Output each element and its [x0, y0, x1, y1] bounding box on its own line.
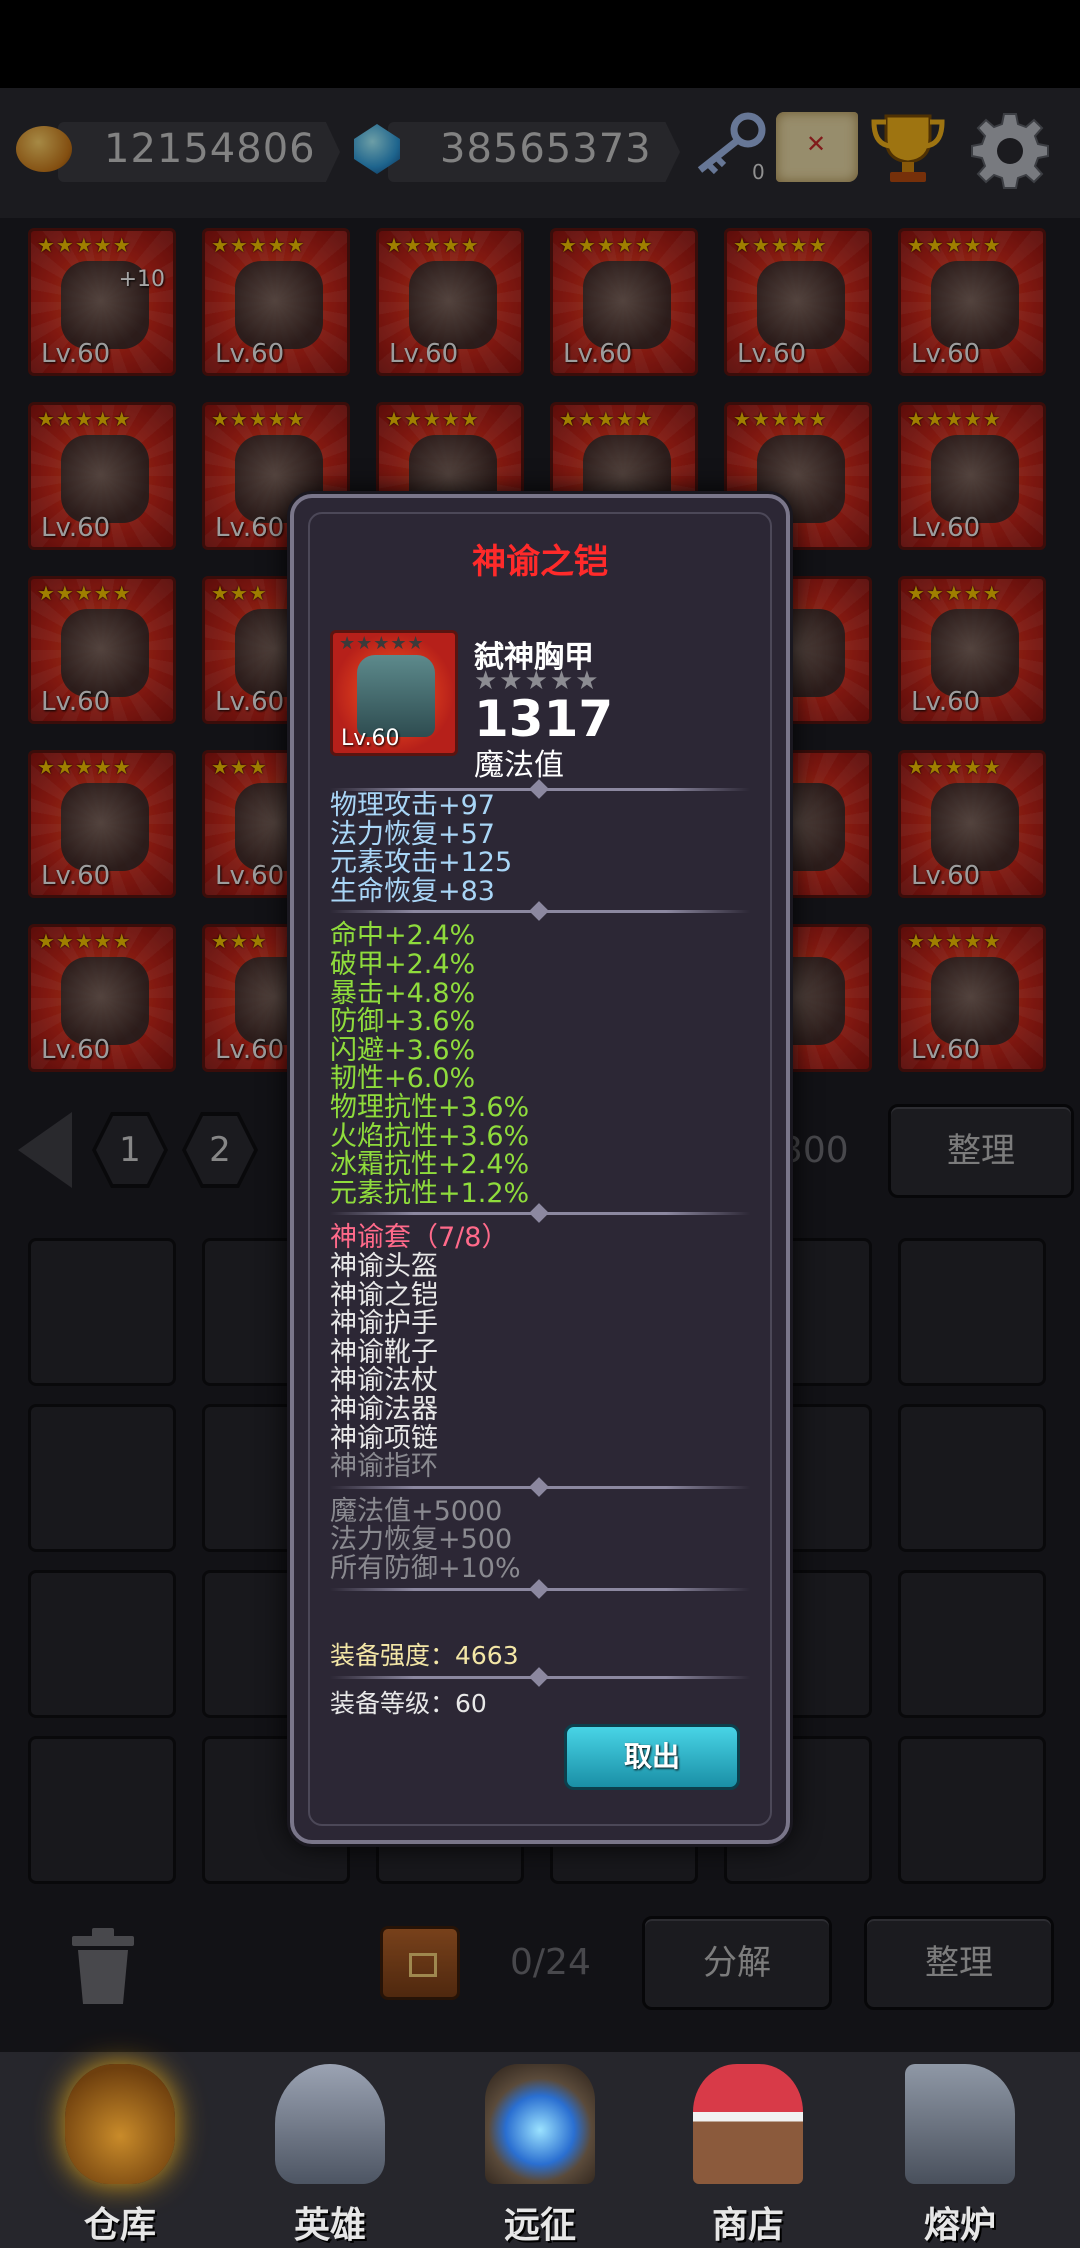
chest-armor-icon: [357, 655, 435, 737]
set-piece-owned: 神谕法器: [330, 1394, 438, 1425]
nav-label-shop: 商店: [711, 2205, 784, 2246]
shop-icon: [693, 2064, 803, 2184]
bonus-stat: 火焰抗性+3.6%: [330, 1120, 530, 1152]
divider: [330, 910, 750, 914]
bonus-stat: 破甲+2.4%: [330, 949, 476, 980]
set-bonus: 魔法值+5000: [330, 1495, 503, 1527]
nav-label-expedition: 远征: [503, 2205, 576, 2246]
bonus-stat: 物理抗性+3.6%: [330, 1092, 530, 1123]
take-out-button[interactable]: 取出: [564, 1724, 740, 1790]
set-bonus: 法力恢复+500: [330, 1524, 513, 1556]
set-piece-owned: 神谕护手: [330, 1308, 438, 1340]
modal-title: 神谕之铠: [472, 542, 608, 582]
bonus-stat: 冰霜抗性+2.4%: [330, 1149, 530, 1181]
nav-label-furnace: 熔炉: [923, 2205, 996, 2246]
bonus-stat: 元素抗性+1.2%: [330, 1177, 530, 1209]
set-title: 神谕套（7/8）: [330, 1222, 509, 1254]
divider: [330, 1587, 750, 1591]
bonus-stat: 韧性+6.0%: [330, 1063, 476, 1095]
status-bar: [0, 0, 1080, 88]
nav-item-warehouse[interactable]: 仓库: [20, 2052, 220, 2248]
base-stat: 元素攻击+125: [330, 847, 513, 879]
nav-label-warehouse: 仓库: [83, 2205, 156, 2246]
nav-item-shop[interactable]: 商店: [648, 2052, 848, 2248]
nav-label-hero: 英雄: [293, 2205, 366, 2246]
base-stat: 物理攻击+97: [330, 790, 495, 821]
base-stat: 法力恢复+57: [330, 818, 495, 850]
equipment-power: 装备强度：4663: [330, 1641, 519, 1670]
item-thumbnail-stars: ★★★★★: [339, 633, 425, 654]
base-stat: 生命恢复+83: [330, 875, 495, 907]
item-thumbnail: ★★★★★ Lv.60: [330, 630, 458, 756]
set-piece-owned: 神谕之铠: [330, 1279, 438, 1311]
item-main-value-label: 魔法值: [474, 748, 564, 783]
nav-item-furnace[interactable]: 熔炉: [860, 2052, 1060, 2248]
equipment-level: 装备等级：60: [330, 1689, 487, 1718]
set-piece-owned: 神谕头盔: [330, 1251, 438, 1282]
bonus-stat: 闪避+3.6%: [330, 1034, 476, 1066]
nav-item-hero[interactable]: 英雄: [230, 2052, 430, 2248]
item-thumbnail-level: Lv.60: [341, 726, 400, 751]
helmet-icon: [275, 2064, 385, 2184]
set-piece-owned: 神谕法杖: [330, 1365, 438, 1397]
set-piece-owned: 神谕靴子: [330, 1336, 438, 1368]
portal-icon: [485, 2064, 595, 2184]
bonus-stat: 暴击+4.8%: [330, 977, 476, 1009]
divider: [330, 1485, 750, 1489]
set-piece-missing: 神谕指环: [330, 1451, 438, 1483]
set-bonus: 所有防御+10%: [330, 1553, 521, 1584]
divider: [330, 1212, 750, 1216]
nav-item-expedition[interactable]: 远征: [440, 2052, 640, 2248]
sack-icon: [65, 2064, 175, 2184]
anvil-icon: [905, 2064, 1015, 2184]
bonus-stat: 命中+2.4%: [330, 920, 476, 952]
set-piece-owned: 神谕项链: [330, 1422, 438, 1454]
divider: [330, 1676, 750, 1679]
bonus-stat: 防御+3.6%: [330, 1006, 476, 1038]
